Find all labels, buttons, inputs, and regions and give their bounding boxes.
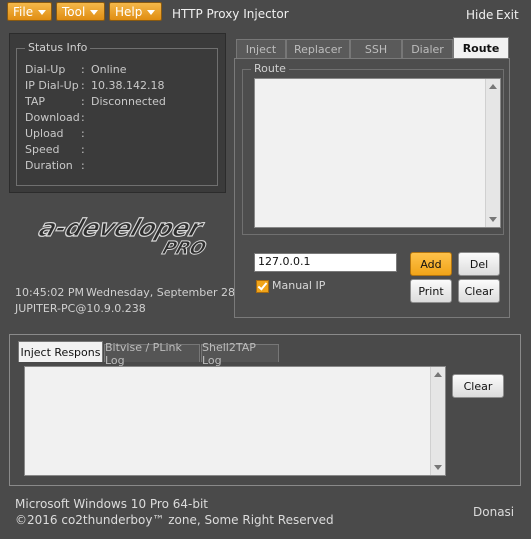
log-scrollbar[interactable] <box>430 367 445 475</box>
status-key: Duration <box>25 159 73 172</box>
log-textarea[interactable] <box>24 366 446 476</box>
tab-inject-respons[interactable]: Inject Respons <box>18 341 103 362</box>
status-separator: : <box>81 95 85 108</box>
tab-dialer[interactable]: Dialer <box>402 39 453 59</box>
app-window: { "menu": { "file": "File", "tool": "Too… <box>0 0 531 539</box>
status-value: Online <box>91 63 127 76</box>
checkmark-icon <box>257 280 268 291</box>
donate-link[interactable]: Donasi <box>473 505 514 519</box>
tool-menu-label: Tool <box>62 4 86 19</box>
a-developer-pro-logo: a-developer PRO <box>35 213 209 256</box>
exit-button[interactable]: Exit <box>496 8 519 22</box>
tab-route[interactable]: Route <box>453 37 509 59</box>
tab-replacer[interactable]: Replacer <box>286 39 350 59</box>
status-separator: : <box>81 111 85 124</box>
add-button[interactable]: Add <box>410 252 452 276</box>
hide-button[interactable]: Hide <box>466 8 493 22</box>
manual-ip-checkbox[interactable] <box>256 280 269 293</box>
file-menu-label: File <box>13 4 34 19</box>
scroll-up-icon[interactable] <box>434 372 442 377</box>
status-separator: : <box>81 63 85 76</box>
log-clear-button[interactable]: Clear <box>452 374 504 398</box>
chevron-down-icon <box>38 9 47 15</box>
tab-bitvise-plink-log[interactable]: Bitvise / PLink Log <box>104 341 200 367</box>
help-menu[interactable]: Help <box>109 2 162 21</box>
status-title: Status Info <box>25 41 91 54</box>
help-menu-label: Help <box>115 4 143 19</box>
clock: 10:45:02 PM Wednesday, September 28, 2016 <box>15 286 270 299</box>
chevron-down-icon <box>147 9 156 15</box>
chevron-down-icon <box>90 9 99 15</box>
manual-ip-label: Manual IP <box>272 279 326 292</box>
scroll-down-icon[interactable] <box>489 217 497 222</box>
status-value: Disconnected <box>91 95 166 108</box>
status-key: Download <box>25 111 80 124</box>
del-button[interactable]: Del <box>458 252 500 276</box>
status-key: Speed <box>25 143 60 156</box>
tab-inject[interactable]: Inject <box>236 39 286 59</box>
file-menu[interactable]: File <box>7 2 52 21</box>
status-separator: : <box>81 143 85 156</box>
route-clear-button[interactable]: Clear <box>458 279 500 303</box>
tool-menu[interactable]: Tool <box>56 2 105 21</box>
status-key: TAP <box>25 95 46 108</box>
tab-shell2tap-log[interactable]: Shell2TAP Log <box>201 341 279 367</box>
logo-line2: PRO <box>160 238 209 256</box>
copyright: ©2016 co2thunderboy™ zone, Some Right Re… <box>15 513 334 527</box>
window-title: HTTP Proxy Injector <box>172 7 289 21</box>
status-key: Upload <box>25 127 64 140</box>
route-ip-input[interactable]: 127.0.0.1 <box>254 253 397 272</box>
tab-ssh[interactable]: SSH <box>350 39 402 59</box>
status-separator: : <box>81 79 85 92</box>
route-group-title: Route <box>251 62 289 75</box>
os-info: Microsoft Windows 10 Pro 64-bit <box>15 497 208 511</box>
scroll-down-icon[interactable] <box>434 465 442 470</box>
route-listbox[interactable] <box>254 78 501 228</box>
status-key: Dial-Up <box>25 63 66 76</box>
status-separator: : <box>81 127 85 140</box>
status-separator: : <box>81 159 85 172</box>
host-info: JUPITER-PC@10.9.0.238 <box>15 302 146 315</box>
status-key: IP Dial-Up <box>25 79 79 92</box>
clock-time: 10:45:02 PM <box>15 286 85 299</box>
status-value: 10.38.142.18 <box>91 79 165 92</box>
scroll-up-icon[interactable] <box>489 84 497 89</box>
route-scrollbar[interactable] <box>485 79 500 227</box>
print-button[interactable]: Print <box>410 279 452 303</box>
